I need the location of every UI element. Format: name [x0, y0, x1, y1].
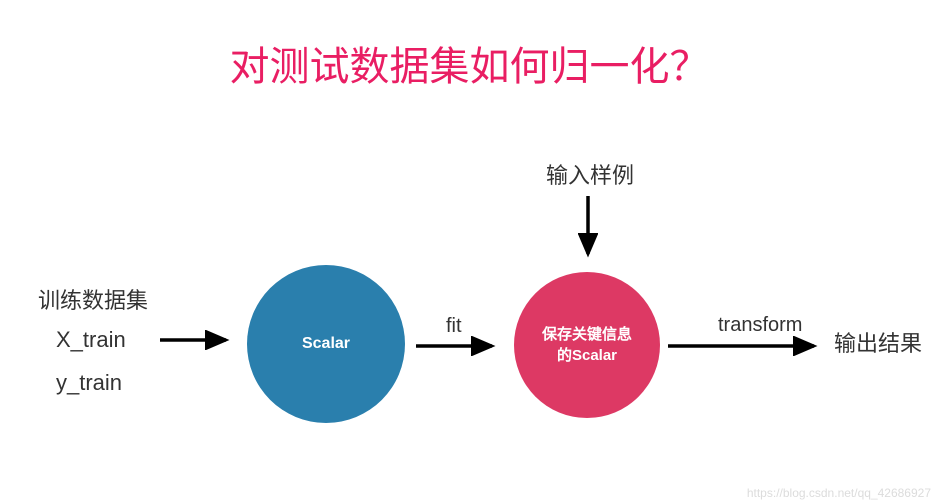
- arrow-transform: [668, 336, 828, 356]
- arrow-fit: [416, 336, 506, 356]
- watermark: https://blog.csdn.net/qq_42686927: [747, 486, 931, 500]
- node-scalar-with-info-text: 保存关键信息 的Scalar: [542, 324, 632, 366]
- label-fit: fit: [446, 315, 462, 338]
- label-input-sample: 输入样例: [546, 158, 634, 190]
- label-output-result: 输出结果: [834, 326, 922, 358]
- arrow-train-to-scalar: [160, 330, 240, 350]
- arrow-input-sample: [578, 196, 598, 268]
- label-y-train: y_train: [56, 370, 122, 396]
- diagram-title: 对测试数据集如何归一化？: [0, 34, 939, 92]
- node-scalar: Scalar: [247, 265, 405, 423]
- node-scalar-text: Scalar: [302, 335, 350, 353]
- label-training-dataset: 训练数据集: [38, 283, 148, 315]
- node-scalar-with-info: 保存关键信息 的Scalar: [514, 272, 660, 418]
- label-transform: transform: [718, 314, 802, 337]
- label-x-train: X_train: [56, 327, 126, 353]
